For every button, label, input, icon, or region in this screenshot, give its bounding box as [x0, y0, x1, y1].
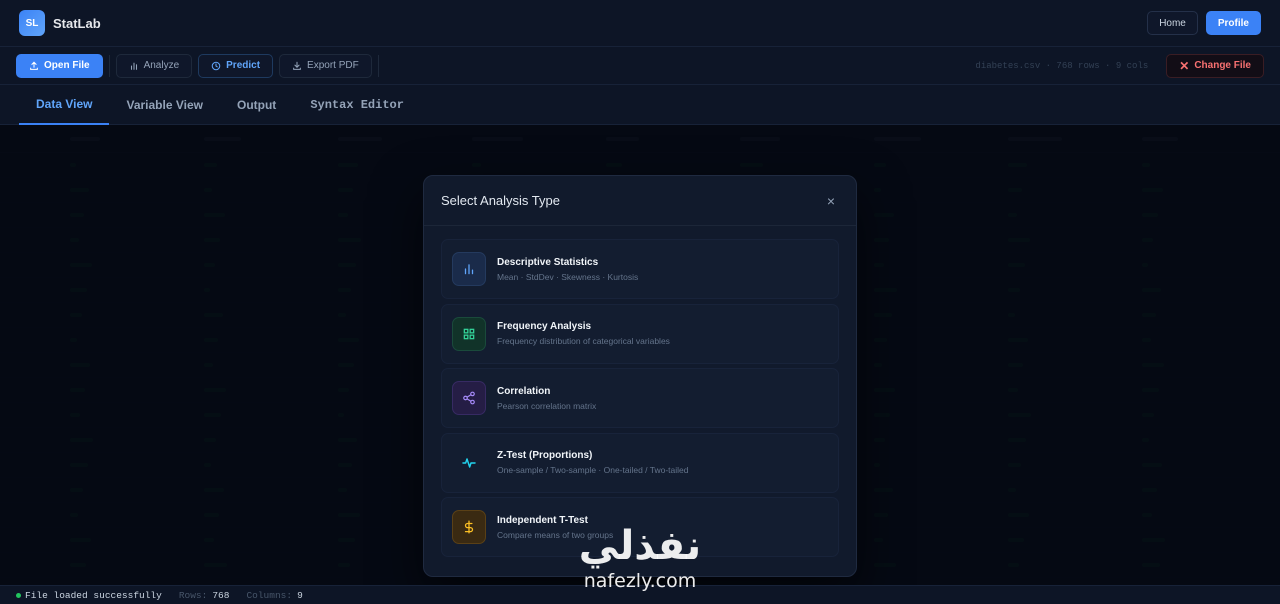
export-pdf-button[interactable]: Export PDF	[279, 53, 372, 78]
option-independent-t-test[interactable]: Independent T-Test Compare means of two …	[441, 497, 839, 557]
change-file-label: Change File	[1194, 60, 1251, 71]
view-tabs: Data View Variable View Output Syntax Ed…	[0, 85, 1280, 125]
option-title: Z-Test (Proportions)	[497, 450, 593, 461]
profile-button[interactable]: Profile	[1205, 11, 1261, 35]
option-frequency-analysis[interactable]: Frequency Analysis Frequency distributio…	[441, 303, 839, 364]
dollar-icon	[452, 510, 486, 544]
option-correlation[interactable]: Correlation Pearson correlation matrix	[441, 368, 839, 428]
tab-syntax-editor[interactable]: Syntax Editor	[293, 85, 421, 125]
option-description: Pearson correlation matrix	[497, 400, 597, 411]
app-header: SL StatLab Home Profile	[0, 0, 1280, 47]
toolbar-divider	[108, 54, 110, 77]
option-description: One-sample / Two-sample · One-tailed / T…	[497, 465, 689, 475]
status-message: File loaded successfully	[25, 589, 162, 601]
predict-label: Predict	[226, 60, 261, 71]
grid-icon	[452, 316, 486, 351]
download-icon	[293, 61, 301, 70]
rows-value: 768	[212, 589, 230, 601]
header-nav: Home Profile	[1147, 11, 1261, 35]
app-logo: SL	[19, 10, 45, 36]
home-button[interactable]: Home	[1147, 11, 1198, 35]
bar-chart-icon	[130, 62, 137, 70]
tab-data-view[interactable]: Data View	[19, 85, 110, 125]
toolbar-divider	[377, 54, 379, 77]
option-descriptive-statistics[interactable]: Descriptive Statistics Mean · StdDev · S…	[441, 239, 839, 299]
toolbar: Open File Analyze Predict Export PDF dia…	[0, 47, 1280, 85]
option-description: Compare means of two groups	[497, 529, 614, 540]
modal-close-button[interactable]: ×	[823, 193, 839, 209]
modal-title: Select Analysis Type	[441, 193, 560, 208]
columns-value: 9	[297, 589, 303, 601]
option-title: Independent T-Test	[497, 514, 588, 526]
analyze-button[interactable]: Analyze	[115, 53, 193, 78]
option-z-test[interactable]: Z-Test (Proportions) One-sample / Two-sa…	[441, 432, 839, 493]
change-file-button[interactable]: ✕ Change File	[1166, 53, 1264, 78]
rows-label: Rows:	[178, 589, 208, 601]
status-indicator-dot	[16, 592, 21, 598]
analysis-options-list: Descriptive Statistics Mean · StdDev · S…	[424, 226, 856, 557]
analyze-label: Analyze	[143, 60, 180, 71]
open-file-label: Open File	[44, 60, 90, 71]
columns-label: Columns:	[246, 589, 293, 601]
file-info: diabetes.csv · 768 rows · 9 cols	[975, 60, 1149, 71]
modal-header: Select Analysis Type ×	[424, 176, 856, 226]
export-pdf-label: Export PDF	[307, 60, 359, 71]
option-description: Mean · StdDev · Skewness · Kurtosis	[497, 271, 639, 282]
option-title: Descriptive Statistics	[497, 256, 599, 268]
tab-variable-view[interactable]: Variable View	[109, 85, 220, 125]
upload-icon	[30, 61, 38, 70]
app-title: StatLab	[53, 15, 101, 31]
clock-icon	[211, 61, 221, 70]
bar-chart-icon	[452, 252, 486, 286]
predict-button[interactable]: Predict	[198, 53, 274, 78]
pulse-icon	[452, 446, 486, 480]
open-file-button[interactable]: Open File	[16, 53, 103, 78]
option-title: Correlation	[497, 385, 551, 397]
option-title: Frequency Analysis	[497, 321, 592, 332]
option-description: Frequency distribution of categorical va…	[497, 336, 670, 346]
analysis-type-modal: Select Analysis Type × Descriptive Stati…	[423, 175, 857, 577]
share-nodes-icon	[452, 381, 486, 415]
tab-output[interactable]: Output	[220, 85, 293, 125]
close-icon: ✕	[1179, 58, 1190, 73]
status-bar: File loaded successfully Rows: 768 Colum…	[0, 585, 1280, 604]
